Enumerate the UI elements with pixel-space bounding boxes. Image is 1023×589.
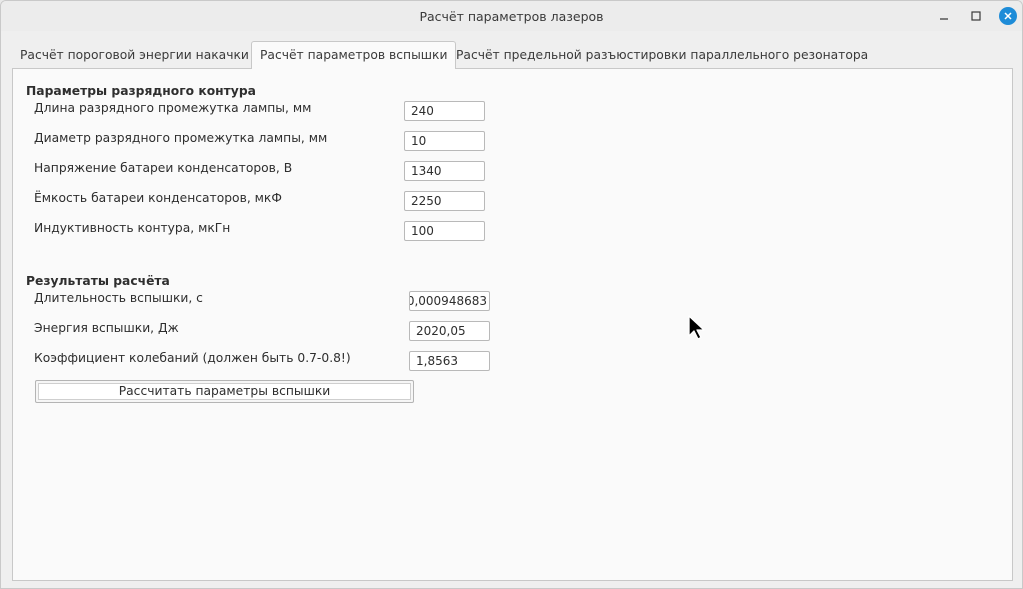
lamp-diameter-input[interactable]: 10 — [404, 131, 485, 151]
capacitance-input[interactable]: 2250 — [404, 191, 485, 211]
circuit-section-title: Параметры разрядного контура — [26, 84, 256, 98]
title-bar[interactable]: Расчёт параметров лазеров — [1, 1, 1022, 31]
flash-duration-label: Длительность вспышки, с — [34, 291, 203, 305]
voltage-input[interactable]: 1340 — [404, 161, 485, 181]
flash-energy-label: Энергия вспышки, Дж — [34, 321, 179, 335]
lamp-length-label: Длина разрядного промежутка лампы, мм — [34, 101, 312, 115]
minimize-button[interactable] — [935, 7, 953, 25]
lamp-length-input[interactable]: 240 — [404, 101, 485, 121]
flash-energy-output[interactable]: 2020,05 — [409, 321, 490, 341]
lamp-diameter-label: Диаметр разрядного промежутка лампы, мм — [34, 131, 328, 145]
maximize-button[interactable] — [967, 7, 985, 25]
oscillation-coefficient-label: Коэффициент колебаний (должен быть 0.7-0… — [34, 351, 351, 365]
voltage-label: Напряжение батареи конденсаторов, В — [34, 161, 293, 175]
calculate-flash-button-label: Рассчитать параметры вспышки — [38, 383, 411, 400]
tab-flash-parameters[interactable]: Расчёт параметров вспышки — [251, 41, 457, 69]
close-button[interactable] — [999, 7, 1017, 25]
inductance-label: Индуктивность контура, мкГн — [34, 221, 231, 235]
inductance-input[interactable]: 100 — [404, 221, 485, 241]
maximize-icon — [971, 11, 981, 21]
app-window: Расчёт параметров лазеров Расчёт порогов… — [0, 0, 1023, 589]
tab-pump-threshold[interactable]: Расчёт пороговой энергии накачки — [12, 42, 257, 68]
tab-panel: Параметры разрядного контура Длина разря… — [12, 68, 1013, 581]
calculate-flash-button[interactable]: Рассчитать параметры вспышки — [35, 380, 414, 403]
window-title: Расчёт параметров лазеров — [419, 9, 604, 24]
flash-duration-output[interactable]: 0,000948683 — [409, 291, 490, 311]
mouse-pointer-icon — [688, 315, 705, 340]
tab-resonator-misalignment[interactable]: Расчёт предельной разъюстировки параллел… — [448, 42, 876, 68]
oscillation-coefficient-output[interactable]: 1,8563 — [409, 351, 490, 371]
capacitance-label: Ёмкость батареи конденсаторов, мкФ — [34, 191, 282, 205]
close-icon — [1004, 12, 1012, 20]
results-section-title: Результаты расчёта — [26, 274, 170, 288]
minimize-icon — [940, 18, 948, 20]
